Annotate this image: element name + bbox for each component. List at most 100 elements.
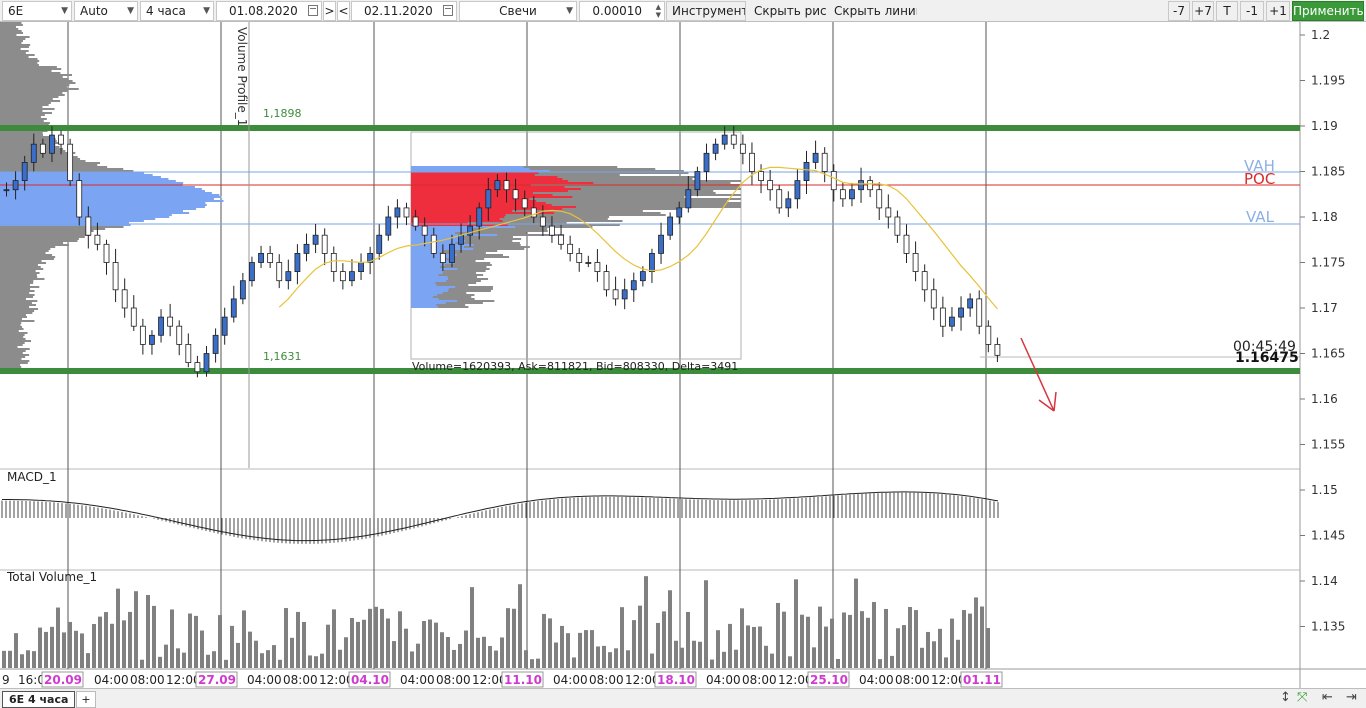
- profile-bar: [0, 134, 44, 136]
- profile-bar-inner: [411, 204, 552, 206]
- profile-bar-inner: [411, 302, 446, 304]
- candle-body: [430, 234, 437, 254]
- volume-bar: [284, 608, 288, 668]
- scale-mode-select[interactable]: Auto ▼: [74, 1, 138, 21]
- volume-bar: [974, 597, 978, 668]
- chart-type-select[interactable]: Свечи ▼: [459, 1, 577, 21]
- volume-bar: [146, 594, 150, 668]
- zoom-plus7-button[interactable]: +7: [1192, 1, 1214, 21]
- volume-bar: [386, 618, 390, 668]
- profile-bar-inner: [411, 264, 445, 266]
- volume-bar: [398, 611, 402, 668]
- profile-bar-inner: [411, 206, 576, 208]
- date-from-input[interactable]: 01.08.2020: [216, 1, 322, 21]
- candle-body: [403, 207, 410, 218]
- candle-body: [630, 280, 637, 291]
- tab-6e-4h[interactable]: 6E 4 часа: [2, 691, 76, 708]
- volume-bar: [752, 626, 756, 668]
- add-tab-button[interactable]: +: [76, 691, 96, 708]
- profile-bar: [0, 94, 65, 96]
- profile-bar: [0, 332, 28, 334]
- volume-bar: [104, 612, 108, 668]
- stepper-icon[interactable]: ▲ ▼: [656, 3, 661, 19]
- fit-chart-icon[interactable]: ⤧: [1297, 690, 1307, 705]
- zoom-minus1-button[interactable]: -1: [1240, 1, 1264, 21]
- volume-bar: [296, 611, 300, 668]
- profile-bar: [0, 234, 91, 236]
- candle-body: [812, 152, 819, 163]
- chart-canvas[interactable]: Volume Profile_1 1,1898 1,1631 VAH POC V…: [0, 22, 1366, 688]
- volume-bar: [170, 609, 174, 668]
- profile-bar: [0, 244, 70, 246]
- candle-body: [949, 316, 955, 327]
- time-tick-label: 01.11: [963, 673, 1001, 687]
- volume-bar: [842, 612, 846, 668]
- profile-bar: [0, 88, 79, 90]
- volume-bar: [734, 649, 738, 668]
- volume-bar: [758, 626, 762, 668]
- hide-lines-button[interactable]: Скрыть линии: [828, 1, 918, 21]
- nav-prev-button[interactable]: <: [337, 1, 350, 21]
- volume-bar: [404, 628, 408, 668]
- profile-bar: [0, 336, 24, 338]
- timeframe-select[interactable]: 4 часа ▼: [140, 1, 214, 21]
- time-tick-label: 27.09: [198, 673, 236, 687]
- candle-body: [412, 216, 419, 227]
- profile-bar-inner: [411, 168, 530, 170]
- tick-size-input[interactable]: 0.00010 ▲ ▼: [579, 1, 665, 21]
- volume-bar: [872, 601, 876, 668]
- candle-body: [721, 134, 728, 145]
- profile-bar-inner: [411, 270, 444, 272]
- profile-bar-inner: [411, 298, 439, 300]
- volume-bar: [674, 640, 678, 668]
- profile-bar: [0, 282, 34, 284]
- zoom-minus7-button[interactable]: -7: [1168, 1, 1190, 21]
- volume-bar: [764, 645, 768, 668]
- volume-bar: [14, 633, 18, 668]
- nav-next-button[interactable]: >: [323, 1, 336, 21]
- profile-bar: [0, 64, 39, 66]
- candle-body: [394, 207, 401, 218]
- volume-bar: [80, 633, 84, 668]
- volume-bar: [686, 611, 690, 668]
- volume-bar: [206, 654, 210, 668]
- volume-bar: [350, 618, 354, 668]
- candle-body: [49, 134, 55, 154]
- apply-button[interactable]: Применить: [1292, 1, 1364, 21]
- candle-body: [439, 252, 446, 263]
- candle-body: [358, 262, 364, 273]
- volume-bar: [464, 630, 468, 668]
- hide-drawings-button[interactable]: Скрыть рис.: [748, 1, 828, 21]
- profile-bar: [0, 92, 63, 94]
- zoom-plus1-button[interactable]: +1: [1266, 1, 1290, 21]
- t-button[interactable]: T: [1216, 1, 1238, 21]
- profile-bar: [0, 136, 51, 138]
- price-axis[interactable]: 1.2 1.195 1.19 1.185 1.18 1.175 1.17 1.165 1.16 1…: [1300, 28, 1345, 634]
- volume-bar: [98, 616, 102, 668]
- scroll-right-icon[interactable]: ⇥: [1346, 690, 1357, 705]
- profile-bar: [0, 138, 56, 140]
- scroll-left-icon[interactable]: ⇤: [1322, 690, 1333, 705]
- calendar-icon: [443, 5, 453, 16]
- profile-bar-inner: [411, 210, 513, 212]
- symbol-select[interactable]: 6E ▼: [2, 1, 72, 21]
- profile-bar: [0, 342, 25, 344]
- profile-bar: [0, 308, 39, 310]
- volume-bar: [308, 655, 312, 668]
- volume-bar: [368, 608, 372, 668]
- symbol-value: 6E: [8, 4, 24, 18]
- volume-bar: [416, 643, 420, 668]
- candle-body: [876, 189, 883, 209]
- profile-bar: [0, 102, 51, 104]
- resize-vertical-icon[interactable]: ↕: [1280, 690, 1291, 705]
- profile-bar: [0, 326, 23, 328]
- tab-bar: 6E 4 часа +: [0, 688, 1366, 708]
- volume-bar: [944, 657, 948, 668]
- profile-bar: [0, 74, 73, 76]
- tools-button[interactable]: Инструменты: [666, 1, 746, 21]
- date-to-input[interactable]: 02.11.2020: [351, 1, 457, 21]
- volume-bar: [50, 626, 54, 668]
- candle-body: [139, 325, 146, 345]
- profile-bar: [0, 214, 172, 216]
- volume-bar: [422, 621, 426, 668]
